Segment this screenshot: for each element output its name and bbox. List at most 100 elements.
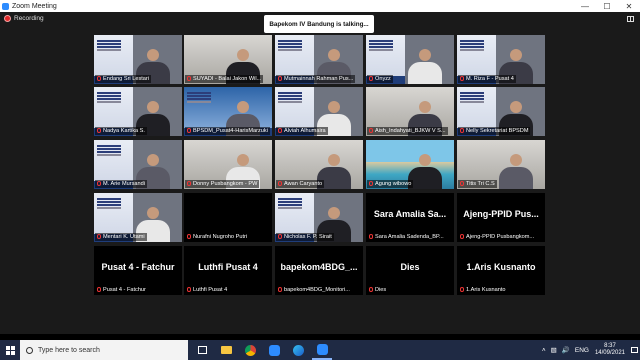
participant-display-name: Pusat 4 - Fatchur <box>101 262 175 272</box>
participant-tile[interactable]: Mutmainnah Rahman Pus... <box>275 35 363 84</box>
muted-mic-icon <box>187 128 191 133</box>
participant-tile[interactable]: 1.Aris Kusnanto 1.Aris Kusnanto <box>457 246 545 295</box>
participant-display-name: Sara Amalia Sa... <box>373 209 447 219</box>
person-face <box>237 101 249 113</box>
participant-tile[interactable]: Nadya Kartika S. <box>94 87 182 136</box>
participant-tile[interactable]: Nicholas F. P. Sirait <box>275 193 363 242</box>
clock[interactable]: 8:37 14/09/2021 <box>595 343 625 358</box>
participant-tile[interactable]: Agung wibowo <box>366 140 454 189</box>
participant-tile[interactable]: M. Riza F - Pusat 4 <box>457 35 545 84</box>
participant-name-text: 1.Aris Kusnanto <box>466 287 506 293</box>
participant-name-text: bapekom4BDG_Monitori... <box>284 287 350 293</box>
participant-name: Endang Sri Lestari <box>95 75 152 83</box>
participant-name: Nicholas F. P. Sirait <box>276 233 334 241</box>
participant-name: 1.Aris Kusnanto <box>458 286 508 294</box>
recording-label: Recording <box>14 15 44 22</box>
zoom-app-icon[interactable] <box>312 340 332 360</box>
person-face <box>328 154 340 166</box>
person-face <box>237 154 249 166</box>
participant-name: Aish_Indahyati_BJKW V S... <box>367 127 448 135</box>
participant-name-text: Nadya Kartika S. <box>103 128 145 134</box>
task-view-icon[interactable] <box>192 340 212 360</box>
search-placeholder: Type here to search <box>38 346 100 354</box>
participant-tile[interactable]: Mentari K. Utami <box>94 193 182 242</box>
participant-name-text: Aish_Indahyati_BJKW V S... <box>375 128 446 134</box>
maximize-icon[interactable]: ☐ <box>596 0 618 12</box>
participant-tile[interactable]: SUYADI - Balai Jakon Wil... <box>184 35 272 84</box>
participant-tile[interactable]: Titis Tri C.S <box>457 140 545 189</box>
muted-mic-icon <box>97 234 101 239</box>
file-explorer-icon[interactable] <box>216 340 236 360</box>
participant-name-text: Agung wibowo <box>375 181 412 187</box>
clock-time: 8:37 <box>604 342 616 349</box>
taskbar-search-box[interactable]: Type here to search <box>20 340 188 360</box>
participant-name: M. Riza F - Pusat 4 <box>458 75 516 83</box>
notification-icon[interactable] <box>628 340 640 360</box>
person-face <box>419 49 431 61</box>
participant-tile[interactable]: Ajeng-PPID Pus... Ajeng-PPID Pusbangkom..… <box>457 193 545 242</box>
participant-name-text: Endang Sri Lestari <box>103 76 150 82</box>
person-silhouette <box>499 167 533 189</box>
view-button[interactable] <box>627 16 636 22</box>
participant-name-text: Nurafni Nugroho Putri <box>193 234 248 240</box>
window-title: Zoom Meeting <box>12 2 57 10</box>
participant-name-text: Nicholas F. P. Sirait <box>284 234 332 240</box>
participant-tile[interactable]: Luthfi Pusat 4 Luthfi Pusat 4 <box>184 246 272 295</box>
zoom-icon[interactable] <box>264 340 284 360</box>
muted-mic-icon <box>460 181 464 186</box>
minimize-icon[interactable]: — <box>574 0 596 12</box>
clock-date: 14/09/2021 <box>594 350 625 356</box>
search-icon <box>26 346 33 354</box>
zoom-logo-icon <box>2 2 9 10</box>
participant-tile[interactable]: Aish_Indahyati_BJKW V S... <box>366 87 454 136</box>
participant-tile[interactable]: Donny Pusbangkom - PW <box>184 140 272 189</box>
muted-mic-icon <box>97 287 101 292</box>
gallery-view-icon <box>627 16 634 22</box>
participant-name-text: Titis Tri C.S <box>466 181 495 187</box>
participant-tile[interactable]: Onyzz <box>366 35 454 84</box>
participant-name-text: Dies <box>375 287 387 293</box>
volume-icon[interactable]: 🔊 <box>562 346 570 354</box>
participant-name: Mentari K. Utami <box>95 233 147 241</box>
windows-start-icon[interactable] <box>0 340 20 360</box>
close-icon[interactable]: ✕ <box>618 0 640 12</box>
muted-mic-icon <box>97 181 101 186</box>
muted-mic-icon <box>460 234 464 239</box>
edge-icon[interactable] <box>288 340 308 360</box>
chevron-up-icon[interactable]: ˄ <box>542 347 546 354</box>
muted-mic-icon <box>278 234 282 239</box>
participant-tile[interactable]: M. Arie Mursandi <box>94 140 182 189</box>
participant-tile[interactable]: Alviah Alhumaira <box>275 87 363 136</box>
participant-name: Onyzz <box>367 75 393 83</box>
person-face <box>147 207 159 219</box>
participant-tile[interactable]: Sara Amalia Sa... Sara Amalia Sadenda_BP.… <box>366 193 454 242</box>
language-indicator[interactable]: ENG <box>575 347 589 354</box>
participant-tile[interactable]: bapekom4BDG_... bapekom4BDG_Monitori... <box>275 246 363 295</box>
chrome-icon[interactable] <box>240 340 260 360</box>
participant-name-text: Pusat 4 - Fatchur <box>103 287 146 293</box>
participant-tile[interactable]: Nelly Sekretariat BPSDM <box>457 87 545 136</box>
participant-name-text: Donny Pusbangkom - PW <box>193 181 258 187</box>
muted-mic-icon <box>278 181 282 186</box>
recording-indicator[interactable]: Recording <box>4 15 44 22</box>
participant-display-name: Luthfi Pusat 4 <box>198 262 258 272</box>
participant-tile[interactable]: Nurafni Nugroho Putri <box>184 193 272 242</box>
participant-tile[interactable]: Awan Caryanto <box>275 140 363 189</box>
participant-tile[interactable]: Dies Dies <box>366 246 454 295</box>
participant-tile[interactable]: BPSDM_Pusat4-HarisMarzuki <box>184 87 272 136</box>
person-face <box>419 101 431 113</box>
network-icon[interactable]: ▧ <box>551 346 557 354</box>
muted-mic-icon <box>369 76 373 81</box>
participant-tile[interactable]: Endang Sri Lestari <box>94 35 182 84</box>
participant-display-name: Ajeng-PPID Pus... <box>463 209 539 219</box>
muted-mic-icon <box>369 287 373 292</box>
person-face <box>328 49 340 61</box>
participant-name: Awan Caryanto <box>276 180 325 188</box>
muted-mic-icon <box>187 181 191 186</box>
person-face <box>419 154 431 166</box>
participant-name-text: BPSDM_Pusat4-HarisMarzuki <box>193 128 268 134</box>
participant-display-name: Dies <box>400 262 420 272</box>
person-face <box>328 207 340 219</box>
person-face <box>147 154 159 166</box>
participant-tile[interactable]: Pusat 4 - Fatchur Pusat 4 - Fatchur <box>94 246 182 295</box>
